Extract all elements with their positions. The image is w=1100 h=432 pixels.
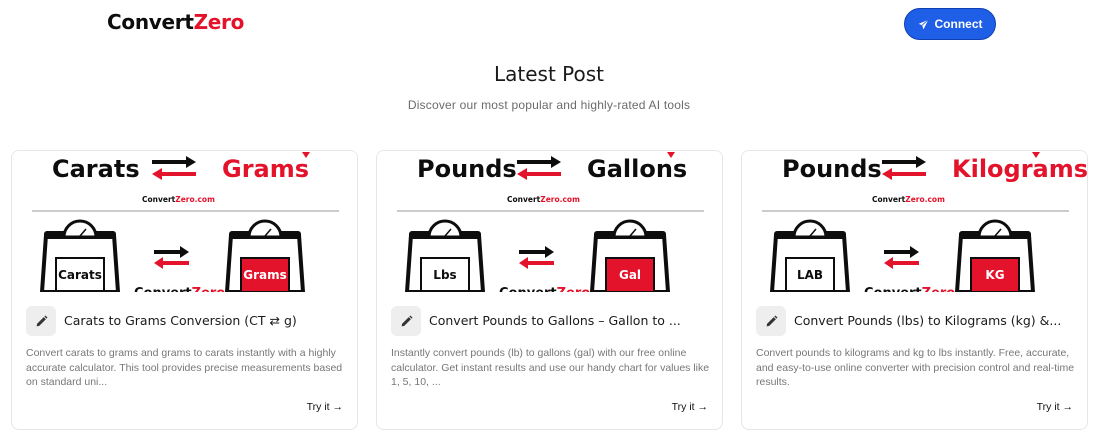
post-description: Instantly convert pounds (lb) to gallons… xyxy=(391,347,710,388)
post-description: Convert pounds to kilograms and kg to lb… xyxy=(756,347,1075,388)
thumb-brand: ConvertZero.com xyxy=(142,195,215,204)
post-title[interactable]: Convert Pounds to Gallons – Gallon to ..… xyxy=(429,313,713,328)
thumb-from-unit: Pounds xyxy=(782,155,882,183)
section-subtitle: Discover our most popular and highly-rat… xyxy=(407,98,691,112)
thumb-to-unit: Grams xyxy=(222,155,309,183)
post-thumbnail: Carats Grams ConvertZero.com Carats Gram… xyxy=(12,151,357,292)
right-scale-label: Gal xyxy=(619,268,641,282)
thumbnail-graphic: Carats Grams ConvertZero.com Carats Gram… xyxy=(12,151,357,292)
left-scale-label: Carats xyxy=(58,268,102,282)
thumb-brand: ConvertZero.com xyxy=(507,195,580,204)
thumbnail-graphic: Pounds Kilograms ConvertZero.com LAB KG xyxy=(742,151,1088,292)
thumb-to-unit: Kilograms xyxy=(952,155,1088,183)
post-card[interactable]: Carats Grams ConvertZero.com Carats Gram… xyxy=(11,150,358,430)
section-title: Latest Post xyxy=(493,62,604,86)
connect-button[interactable]: Connect xyxy=(904,8,996,40)
site-logo[interactable]: ConvertZero xyxy=(107,10,244,34)
left-scale-label: LAB xyxy=(797,268,823,282)
logo-text-accent: Zero xyxy=(193,10,245,34)
edit-button[interactable] xyxy=(26,306,56,336)
post-title[interactable]: Convert Pounds (lbs) to Kilograms (kg) &… xyxy=(794,313,1078,328)
thumb-from-unit: Carats xyxy=(52,155,140,183)
thumb-to-unit: Gallons xyxy=(587,155,687,183)
edit-button[interactable] xyxy=(391,306,421,336)
pencil-icon xyxy=(36,314,48,326)
try-it-link[interactable]: Try it → xyxy=(672,401,708,413)
right-scale-label: KG xyxy=(985,268,1004,282)
scale-brand: ConvertZero xyxy=(864,286,955,292)
site-header: ConvertZero Connect xyxy=(0,0,1100,48)
pencil-icon xyxy=(766,314,778,326)
thumb-from-unit: Pounds xyxy=(417,155,517,183)
post-description: Convert carats to grams and grams to car… xyxy=(26,347,343,388)
scale-brand: ConvertZero xyxy=(134,286,225,292)
edit-button[interactable] xyxy=(756,306,786,336)
left-scale-label: Lbs xyxy=(433,268,456,282)
connect-button-label: Connect xyxy=(934,17,983,31)
post-card[interactable]: Pounds Gallons ConvertZero.com Lbs Gal C… xyxy=(376,150,723,430)
scale-brand: ConvertZero xyxy=(499,286,590,292)
try-it-link[interactable]: Try it → xyxy=(307,401,343,413)
logo-text-primary: Convert xyxy=(107,10,194,34)
post-thumbnail: Pounds Gallons ConvertZero.com Lbs Gal xyxy=(377,151,722,292)
thumbnail-graphic: Pounds Gallons ConvertZero.com Lbs Gal xyxy=(377,151,722,292)
send-icon xyxy=(918,18,929,29)
try-it-link[interactable]: Try it → xyxy=(1037,401,1073,413)
thumb-brand: ConvertZero.com xyxy=(872,195,945,204)
post-thumbnail: Pounds Kilograms ConvertZero.com LAB KG xyxy=(742,151,1088,292)
post-title[interactable]: Carats to Grams Conversion (CT ⇄ g) xyxy=(64,313,348,328)
pencil-icon xyxy=(401,314,413,326)
right-scale-label: Grams xyxy=(243,268,287,282)
post-card[interactable]: Pounds Kilograms ConvertZero.com LAB KG … xyxy=(741,150,1088,430)
